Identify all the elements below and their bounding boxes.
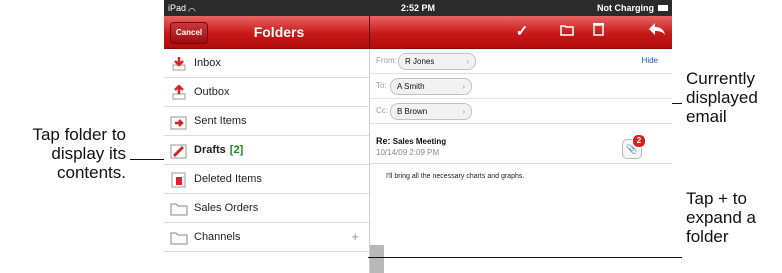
from-label: From: xyxy=(376,56,397,65)
folder-icon xyxy=(170,229,188,245)
from-row: From: R Jones › Hide xyxy=(370,49,672,74)
clock: 2:52 PM xyxy=(400,3,435,13)
ipad-screen: iPad ◠ 2:52 PM Not Charging Cancel Folde… xyxy=(164,0,672,273)
expand-plus-icon[interactable]: + xyxy=(351,223,359,251)
to-label: To: xyxy=(376,81,387,90)
callout-current-email: Currently displayed email xyxy=(686,69,758,126)
folder-row-channels[interactable]: Channels + xyxy=(164,223,369,252)
reply-icon[interactable] xyxy=(647,22,667,42)
email-datetime: 10/14/09 2:09 PM xyxy=(376,148,440,157)
trash-icon[interactable] xyxy=(591,22,605,42)
email-subject: Re: Sales Meeting xyxy=(376,136,447,146)
folders-title: Folders xyxy=(253,24,305,40)
callout-line-left xyxy=(130,159,164,160)
from-pill[interactable]: R Jones › xyxy=(398,53,476,70)
attachment-count-badge: 2 xyxy=(632,134,646,148)
move-folder-icon[interactable] xyxy=(559,22,575,42)
folder-row-sent-items[interactable]: Sent Items xyxy=(164,107,369,136)
drafts-icon xyxy=(170,142,188,159)
deleted-items-icon xyxy=(170,171,188,188)
cc-label: Cc: xyxy=(376,106,388,115)
charging-status: Not Charging xyxy=(597,3,654,13)
to-pill[interactable]: A Smith › xyxy=(390,78,472,95)
checkmark-icon[interactable]: ✓ xyxy=(513,22,531,42)
folder-row-outbox[interactable]: Outbox xyxy=(164,78,369,107)
email-body: I'll bring all the necessary charts and … xyxy=(386,173,525,180)
folder-row-drafts[interactable]: Drafts [2] xyxy=(164,136,369,165)
scroll-strip xyxy=(370,245,384,273)
sent-items-icon xyxy=(170,113,188,130)
chevron-right-icon: › xyxy=(466,57,469,66)
chevron-right-icon: › xyxy=(462,107,465,116)
folder-row-inbox[interactable]: Inbox xyxy=(164,49,369,78)
battery-icon xyxy=(658,5,668,11)
cc-pill[interactable]: B Brown › xyxy=(390,103,472,120)
drafts-count-badge: [2] xyxy=(229,144,244,156)
hide-link[interactable]: Hide xyxy=(642,56,658,65)
folder-list: Inbox Outbox Sent Items Drafts [2] Delete… xyxy=(164,49,370,273)
folder-row-deleted-items[interactable]: Deleted Items xyxy=(164,165,369,194)
subject-block: Re: Sales Meeting 10/14/09 2:09 PM 📎 2 xyxy=(370,133,672,164)
inbox-icon xyxy=(170,55,188,71)
folders-navbar: Cancel Folders xyxy=(164,16,369,49)
chevron-right-icon: › xyxy=(462,82,465,91)
to-row: To: A Smith › xyxy=(370,74,672,99)
cc-row: Cc: B Brown › xyxy=(370,99,672,124)
callout-line-right-bottom xyxy=(368,257,682,258)
folder-row-sales-orders[interactable]: Sales Orders xyxy=(164,194,369,223)
callout-expand-folder: Tap + to expand a folder xyxy=(686,189,756,246)
callout-tap-folder: Tap folder to display its contents. xyxy=(32,125,126,182)
folder-icon xyxy=(170,200,188,216)
cancel-button[interactable]: Cancel xyxy=(170,22,208,44)
outbox-icon xyxy=(170,84,188,100)
email-toolbar: ✓ xyxy=(370,16,672,49)
status-bar: iPad ◠ 2:52 PM Not Charging xyxy=(164,0,672,16)
email-detail-pane: From: R Jones › Hide To: A Smith › Cc: B B… xyxy=(370,49,672,273)
